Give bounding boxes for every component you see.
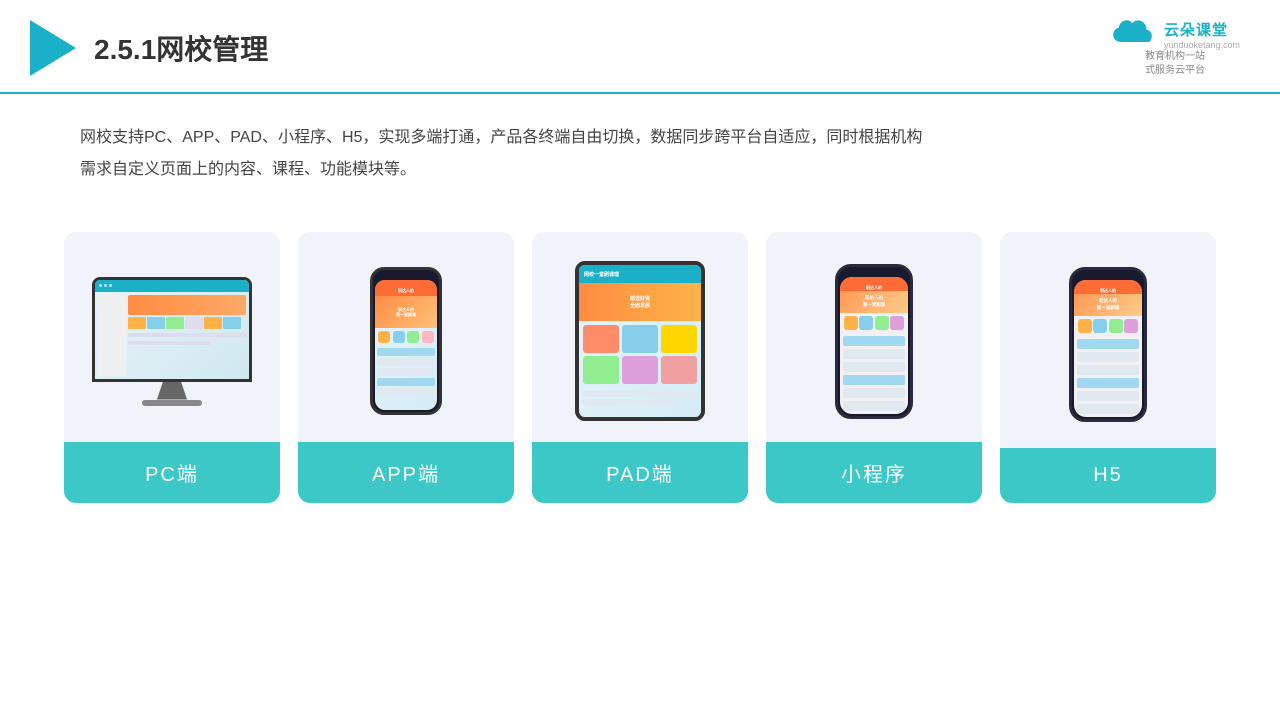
cloud-icon-area: 云朵课堂 yunduoketang.com: [1110, 18, 1240, 50]
card-miniprogram: 职达人的 职达人的第一堂刷课: [766, 232, 982, 503]
card-miniprogram-image: 职达人的 职达人的第一堂刷课: [766, 232, 982, 442]
card-app-image: 职达人的 职达人的第一堂刷课: [298, 232, 514, 442]
card-pc-label: PC端: [64, 442, 280, 503]
card-h5: 职达人的 职达人的第一堂刷课: [1000, 232, 1216, 503]
card-pc-image: [64, 232, 280, 442]
card-miniprogram-label: 小程序: [766, 442, 982, 503]
cloud-svg-icon: [1110, 18, 1158, 50]
description-text: 网校支持PC、APP、PAD、小程序、H5，实现多端打通，产品各终端自由切换，数…: [0, 94, 1280, 186]
pad-tablet-icon: 网校一堂刷课理 精选好课全面发展: [575, 261, 705, 421]
brand-name-text: 云朵课堂 yunduoketang.com: [1164, 19, 1240, 50]
miniprogram-phone-icon: 职达人的 职达人的第一堂刷课: [835, 264, 913, 419]
header-left: 2.5.1网校管理: [30, 20, 268, 76]
card-pad: 网校一堂刷课理 精选好课全面发展: [532, 232, 748, 503]
description-line2: 需求自定义页面上的内容、课程、功能模块等。: [80, 154, 1200, 186]
card-pc: PC端: [64, 232, 280, 503]
card-h5-image: 职达人的 职达人的第一堂刷课: [1000, 232, 1216, 448]
h5-phone-icon: 职达人的 职达人的第一堂刷课: [1069, 267, 1147, 422]
card-h5-label: H5: [1000, 448, 1216, 503]
pc-monitor-icon: [92, 277, 252, 406]
card-pad-image: 网校一堂刷课理 精选好课全面发展: [532, 232, 748, 442]
logo-triangle-icon: [30, 20, 76, 76]
brand-logo: 云朵课堂 yunduoketang.com 教育机构一站 式服务云平台: [1110, 18, 1240, 78]
app-phone-icon: 职达人的 职达人的第一堂刷课: [370, 267, 442, 415]
page-title: 2.5.1网校管理: [94, 28, 268, 68]
card-app: 职达人的 职达人的第一堂刷课: [298, 232, 514, 503]
card-app-label: APP端: [298, 442, 514, 503]
brand-slogan: 教育机构一站 式服务云平台: [1145, 50, 1205, 78]
page-header: 2.5.1网校管理 云朵课堂 yunduoketang.com 教育机构一站 式…: [0, 0, 1280, 94]
card-pad-label: PAD端: [532, 442, 748, 503]
cards-container: PC端 职达人的 职达人的第一堂刷课: [0, 196, 1280, 503]
description-line1: 网校支持PC、APP、PAD、小程序、H5，实现多端打通，产品各终端自由切换，数…: [80, 122, 1200, 154]
